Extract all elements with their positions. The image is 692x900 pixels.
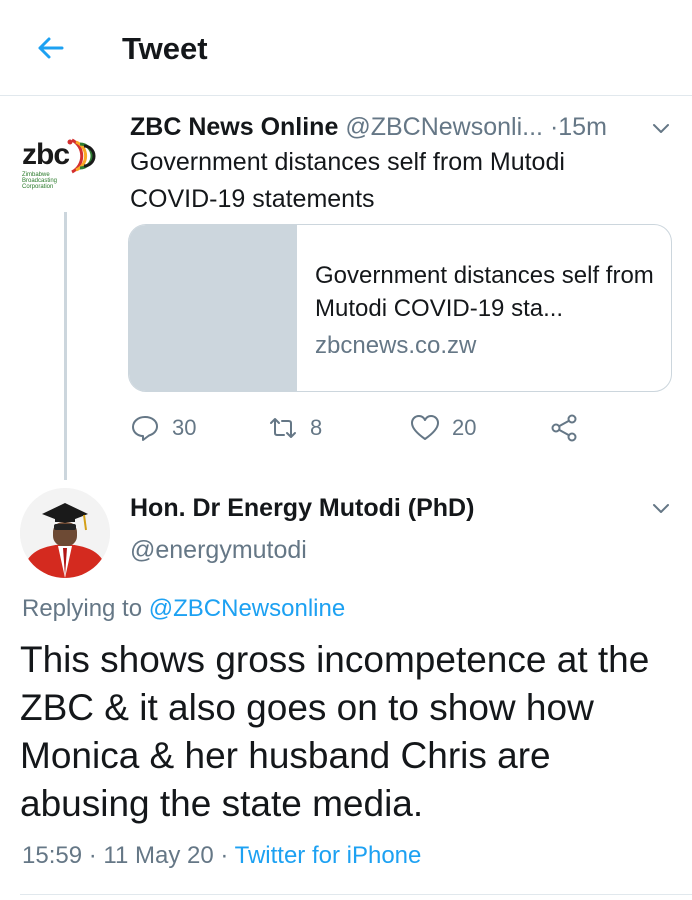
quoted-author-handle[interactable]: @ZBCNewsonli... <box>345 113 543 141</box>
retweet-button[interactable]: 8 <box>268 408 322 448</box>
retweet-icon <box>270 418 296 438</box>
card-domain: zbcnews.co.zw <box>315 332 477 359</box>
reply-icon <box>132 416 158 441</box>
chevron-down-icon[interactable] <box>650 117 672 139</box>
card-thumbnail <box>129 225 297 391</box>
reply-button[interactable]: 30 <box>130 408 196 448</box>
card-title: Government distances self from Mutodi CO… <box>315 262 654 322</box>
page-title: Tweet <box>122 31 208 66</box>
zbc-logo-ring-icon <box>67 138 96 174</box>
tweet-text: This shows gross incompetence at the ZBC… <box>20 639 650 824</box>
heart-icon <box>411 415 439 440</box>
tweet-date: 11 May 20 <box>103 842 214 869</box>
quoted-timestamp[interactable]: 15m <box>558 113 607 141</box>
avatar[interactable] <box>20 488 110 578</box>
share-icon <box>551 414 577 442</box>
replying-to: Replying to @ZBCNewsonline <box>22 593 345 625</box>
like-button[interactable]: 20 <box>410 408 476 448</box>
arrow-left-icon[interactable] <box>32 30 68 66</box>
replying-to-link[interactable]: @ZBCNewsonline <box>149 595 345 622</box>
quoted-author-name[interactable]: ZBC News Online <box>130 113 338 141</box>
author-name[interactable]: Hon. Dr Energy Mutodi (PhD) <box>130 492 474 524</box>
tweet-actions: 30 8 20 <box>130 408 650 448</box>
quoted-tweet-header: ZBC News Online @ZBCNewsonli... ·15m <box>130 110 607 144</box>
share-button[interactable] <box>550 408 592 448</box>
top-bar: Tweet <box>0 0 692 96</box>
meta-separator: · <box>220 842 229 869</box>
zbc-logo-text: zbc <box>22 138 70 171</box>
tweet-meta: 15:59 · 11 May 20 · Twitter for iPhone <box>22 840 421 872</box>
link-preview-card[interactable]: Government distances self from Mutodi CO… <box>128 224 672 392</box>
meta-separator: · <box>88 842 97 869</box>
retweet-count: 8 <box>310 415 323 440</box>
profile-photo <box>20 488 110 578</box>
thread-line <box>64 212 67 480</box>
tweet-source-link[interactable]: Twitter for iPhone <box>235 842 422 869</box>
replying-label: Replying to <box>22 595 143 622</box>
chevron-down-icon[interactable] <box>650 497 672 519</box>
author-handle[interactable]: @energymutodi <box>130 534 307 566</box>
divider <box>20 894 692 895</box>
like-count: 20 <box>452 415 477 440</box>
zbc-logo-subtext: Zimbabwe Broadcasting Corporation <box>22 172 58 190</box>
quoted-tweet-text: Government distances self from Mutodi CO… <box>130 148 565 213</box>
reply-count: 30 <box>172 415 197 440</box>
tweet-time: 15:59 <box>22 842 83 869</box>
zbc-avatar[interactable]: zbc Zimbabwe Broadcasting Corporation <box>22 126 104 196</box>
